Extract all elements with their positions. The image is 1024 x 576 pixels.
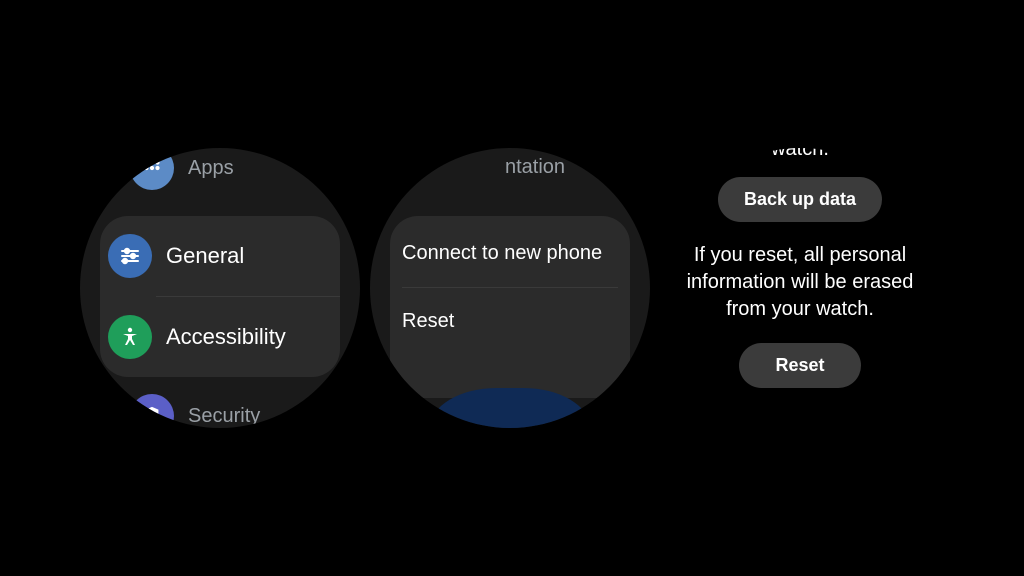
reset-button[interactable]: Reset — [739, 343, 860, 388]
reset-label: Reset — [402, 310, 454, 332]
item-connect-new-phone[interactable]: Connect to new phone — [390, 216, 630, 287]
partial-item-orientation[interactable]: ntation — [370, 156, 650, 179]
security-label: Security — [188, 405, 260, 428]
watch-face-settings: Apps General Accessibility — [80, 148, 360, 428]
apps-label: Apps — [188, 157, 234, 180]
item-security[interactable]: Security — [80, 394, 360, 428]
orientation-partial-label: ntation — [505, 156, 565, 178]
item-accessibility[interactable]: Accessibility — [100, 297, 340, 377]
accessibility-label: Accessibility — [166, 324, 286, 350]
apps-icon — [130, 148, 174, 190]
backup-button[interactable]: Back up data — [718, 177, 882, 222]
watch-face-reset-confirm: watch. Back up data If you reset, all pe… — [660, 148, 940, 428]
general-label: General — [166, 243, 244, 269]
item-general[interactable]: General — [100, 216, 340, 296]
partial-top-text: watch. — [771, 148, 829, 163]
connect-label: Connect to new phone — [402, 242, 602, 264]
item-apps[interactable]: Apps — [80, 148, 360, 190]
item-reset[interactable]: Reset — [390, 288, 630, 355]
reset-warning-text: If you reset, all personal information w… — [660, 242, 940, 323]
sliders-icon — [108, 234, 152, 278]
security-icon — [130, 394, 174, 428]
general-group: Connect to new phone Reset — [390, 216, 630, 398]
settings-group: General Accessibility — [100, 216, 340, 377]
accessibility-icon — [108, 315, 152, 359]
watch-face-general: ntation Connect to new phone Reset — [370, 148, 650, 428]
